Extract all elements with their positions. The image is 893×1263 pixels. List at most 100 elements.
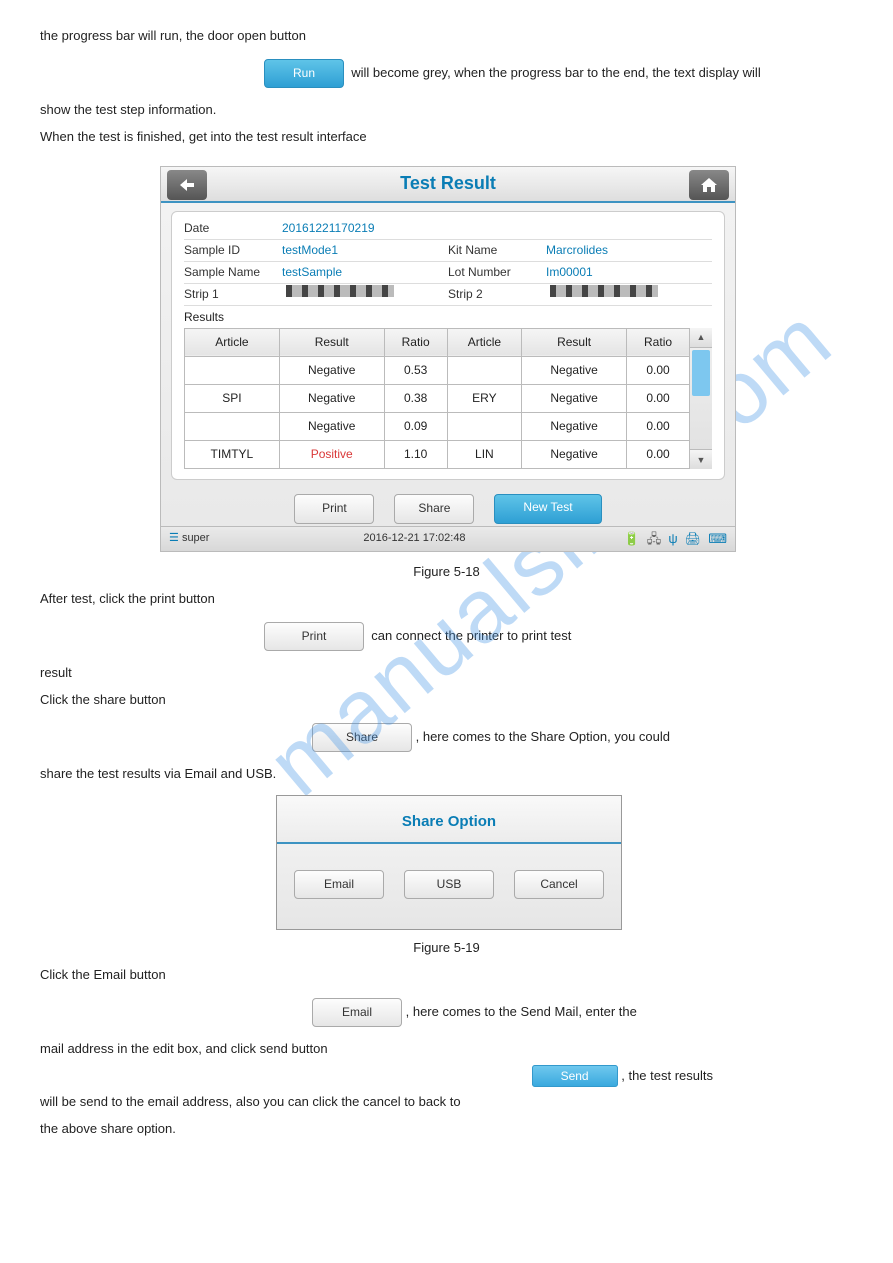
paragraph: mail address in the edit box, and click … bbox=[40, 1039, 853, 1060]
back-button[interactable] bbox=[167, 170, 207, 200]
cell: 0.00 bbox=[627, 384, 690, 412]
cell: 0.53 bbox=[384, 356, 447, 384]
cell bbox=[185, 356, 280, 384]
print-button-inline[interactable]: Print bbox=[264, 622, 364, 651]
cell: 0.00 bbox=[627, 413, 690, 441]
status-user-text: super bbox=[182, 532, 210, 544]
cell: Negative bbox=[279, 356, 384, 384]
battery-icon: 🔋 bbox=[624, 531, 640, 546]
cell bbox=[447, 413, 522, 441]
status-icons: 🔋 🖧 ψ 🖨 ⌨ bbox=[620, 529, 728, 550]
window-title: Test Result bbox=[400, 169, 496, 198]
paragraph: show the test step information. bbox=[40, 100, 853, 121]
paragraph: the progress bar will run, the door open… bbox=[40, 26, 853, 47]
results-label: Results bbox=[184, 308, 712, 327]
col-header: Article bbox=[447, 328, 522, 356]
print-button[interactable]: Print bbox=[294, 494, 374, 523]
scroll-up-icon[interactable]: ▲ bbox=[690, 328, 712, 348]
send-button[interactable]: Send bbox=[532, 1065, 618, 1087]
meta-value: testMode1 bbox=[282, 241, 338, 260]
share-option-dialog: Share Option Email USB Cancel bbox=[276, 795, 622, 930]
paragraph: After test, click the print button bbox=[40, 589, 853, 610]
meta-value: Im00001 bbox=[546, 263, 593, 282]
figure-caption: Figure 5-19 bbox=[40, 938, 853, 959]
status-bar: ☰ super 2016-12-21 17:02:48 🔋 🖧 ψ 🖨 ⌨ bbox=[161, 526, 735, 552]
cell: LIN bbox=[447, 441, 522, 469]
network-icon: 🖧 bbox=[647, 531, 662, 546]
col-header: Result bbox=[279, 328, 384, 356]
home-icon bbox=[700, 177, 718, 193]
text: Click the Email button bbox=[40, 967, 166, 982]
paragraph: result bbox=[40, 663, 853, 684]
arrow-left-icon bbox=[177, 177, 197, 193]
text: can connect the printer to print test bbox=[371, 628, 571, 643]
titlebar: Test Result bbox=[161, 167, 735, 203]
share-button[interactable]: Share bbox=[394, 494, 474, 523]
figure-caption: Figure 5-18 bbox=[40, 562, 853, 583]
strip1-image bbox=[286, 285, 394, 297]
cell: Negative bbox=[522, 441, 627, 469]
table-row: Negative 0.09 Negative 0.00 bbox=[185, 413, 690, 441]
email-button[interactable]: Email bbox=[294, 870, 384, 899]
cancel-button[interactable]: Cancel bbox=[514, 870, 604, 899]
table-row: TIMTYL Positive 1.10 LIN Negative 0.00 bbox=[185, 441, 690, 469]
scroll-down-icon[interactable]: ▼ bbox=[690, 449, 712, 469]
usb-button[interactable]: USB bbox=[404, 870, 494, 899]
cell: Negative bbox=[279, 384, 384, 412]
text: will become grey, when the progress bar … bbox=[351, 65, 760, 80]
new-test-button[interactable]: New Test bbox=[494, 494, 601, 523]
user-icon: ☰ bbox=[169, 532, 179, 544]
paragraph: share the test results via Email and USB… bbox=[40, 764, 853, 785]
meta-label: Strip 2 bbox=[448, 285, 546, 304]
scrollbar[interactable]: ▲ ▼ bbox=[690, 328, 712, 470]
status-user: ☰ super bbox=[169, 530, 209, 548]
keyboard-icon: ⌨ bbox=[708, 531, 727, 546]
paragraph: When the test is finished, get into the … bbox=[40, 127, 853, 148]
cell: 1.10 bbox=[384, 441, 447, 469]
cell: Negative bbox=[279, 413, 384, 441]
action-bar: Print Share New Test bbox=[161, 488, 735, 525]
cell: TIMTYL bbox=[185, 441, 280, 469]
run-button[interactable]: Run bbox=[264, 59, 344, 88]
cell bbox=[447, 356, 522, 384]
status-time: 2016-12-21 17:02:48 bbox=[363, 530, 465, 548]
text: Click the share button bbox=[40, 692, 166, 707]
table-row: Negative 0.53 Negative 0.00 bbox=[185, 356, 690, 384]
home-button[interactable] bbox=[689, 170, 729, 200]
cell: Negative bbox=[522, 413, 627, 441]
paragraph: will be send to the email address, also … bbox=[40, 1092, 853, 1113]
scroll-thumb[interactable] bbox=[692, 350, 710, 396]
printer-icon: 🖨 bbox=[685, 531, 702, 546]
paragraph: Click the share button bbox=[40, 690, 853, 711]
text: the progress bar will run, the door open… bbox=[40, 28, 306, 43]
col-header: Result bbox=[522, 328, 627, 356]
meta-label: Sample Name bbox=[184, 263, 282, 282]
meta-label: Kit Name bbox=[448, 241, 546, 260]
text: , the test results bbox=[621, 1068, 713, 1083]
share-button-inline[interactable]: Share bbox=[312, 723, 412, 752]
meta-value: Marcrolides bbox=[546, 241, 608, 260]
dialog-title: Share Option bbox=[277, 796, 621, 844]
cell: SPI bbox=[185, 384, 280, 412]
cell: Negative bbox=[522, 384, 627, 412]
cell: 0.38 bbox=[384, 384, 447, 412]
results-table: Article Result Ratio Article Result Rati… bbox=[184, 328, 690, 470]
meta-value: 20161221170219 bbox=[282, 219, 375, 238]
meta-label: Strip 1 bbox=[184, 285, 282, 304]
meta-label: Date bbox=[184, 219, 282, 238]
paragraph: Click the Email button bbox=[40, 965, 853, 986]
usb-icon: ψ bbox=[668, 531, 677, 546]
cell-positive: Positive bbox=[279, 441, 384, 469]
cell bbox=[185, 413, 280, 441]
cell: 0.00 bbox=[627, 441, 690, 469]
meta-value: testSample bbox=[282, 263, 342, 282]
cell: Negative bbox=[522, 356, 627, 384]
result-panel: Date 20161221170219 Sample ID testMode1 … bbox=[171, 211, 725, 481]
table-row: SPI Negative 0.38 ERY Negative 0.00 bbox=[185, 384, 690, 412]
text: After test, click the print button bbox=[40, 591, 215, 606]
meta-label: Lot Number bbox=[448, 263, 546, 282]
email-button-inline[interactable]: Email bbox=[312, 998, 402, 1027]
col-header: Article bbox=[185, 328, 280, 356]
text: mail address in the edit box, and click … bbox=[40, 1041, 328, 1056]
col-header: Ratio bbox=[627, 328, 690, 356]
